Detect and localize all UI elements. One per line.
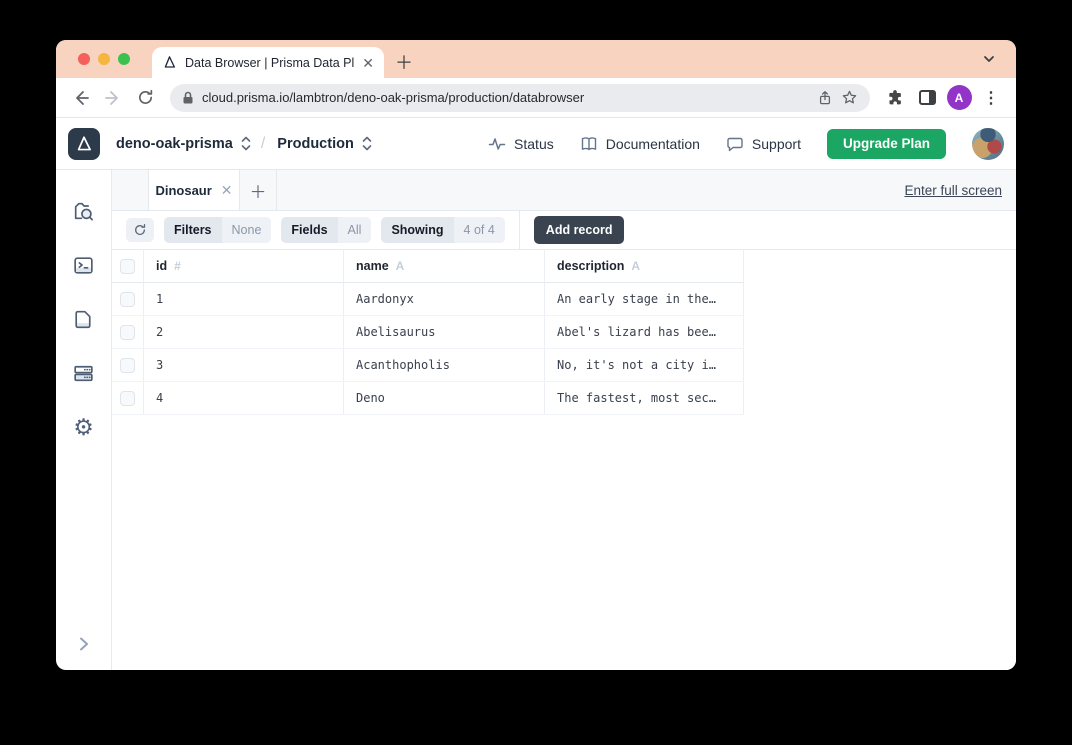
- add-record-button[interactable]: Add record: [533, 216, 625, 244]
- cell-name[interactable]: Acanthopholis: [356, 358, 450, 372]
- model-tab-dinosaur[interactable]: Dinosaur ✕: [148, 170, 240, 210]
- filters-control[interactable]: Filters None: [164, 217, 272, 243]
- tab-close-icon[interactable]: ✕: [362, 56, 374, 70]
- browser-tabstrip: Data Browser | Prisma Data Pla ✕ ＋: [56, 40, 1016, 78]
- data-toolbar: Filters None Fields All Showing 4 of 4 A…: [112, 211, 1016, 250]
- status-pulse-icon: [488, 135, 506, 153]
- cell-description[interactable]: The fastest, most sec…: [557, 391, 716, 405]
- enter-fullscreen-link[interactable]: Enter full screen: [904, 183, 1002, 198]
- table-row[interactable]: 4 Deno The fastest, most sec…: [112, 382, 744, 415]
- table-header-row: id # name A description A: [112, 250, 744, 283]
- model-tabbar: Dinosaur ✕ ＋ Enter full screen: [112, 170, 1016, 211]
- browser-toolbar: cloud.prisma.io/lambtron/deno-oak-prisma…: [56, 78, 1016, 118]
- cell-name[interactable]: Aardonyx: [356, 292, 414, 306]
- showing-label: Showing: [381, 217, 454, 243]
- breadcrumb-separator: /: [260, 134, 266, 152]
- refresh-button[interactable]: [126, 218, 154, 242]
- cell-id[interactable]: 4: [156, 391, 163, 405]
- minimize-window-button[interactable]: [98, 53, 110, 65]
- cell-id[interactable]: 3: [156, 358, 163, 372]
- cell-id[interactable]: 2: [156, 325, 163, 339]
- table-row[interactable]: 3 Acanthopholis No, it's not a city i…: [112, 349, 744, 382]
- fields-value: All: [337, 217, 372, 243]
- lock-icon: [182, 91, 194, 105]
- chat-bubble-icon: [726, 135, 744, 153]
- row-checkbox[interactable]: [120, 291, 135, 307]
- reload-icon[interactable]: [132, 85, 158, 111]
- table-row[interactable]: 2 Abelisaurus Abel's lizard has bee…: [112, 316, 744, 349]
- prisma-logo[interactable]: [68, 127, 100, 160]
- int-type-icon: #: [174, 259, 181, 273]
- model-tab-label: Dinosaur: [155, 182, 212, 198]
- project-selector-chevrons-icon[interactable]: [241, 136, 251, 151]
- sidebar-expand-chevron-icon[interactable]: [77, 636, 91, 652]
- nav-status-label: Status: [514, 135, 554, 152]
- new-tab-button[interactable]: ＋: [390, 48, 418, 76]
- upgrade-plan-button[interactable]: Upgrade Plan: [826, 128, 946, 159]
- book-icon: [580, 135, 598, 153]
- toolbar-divider: [518, 211, 520, 249]
- url-text: cloud.prisma.io/lambtron/deno-oak-prisma…: [202, 90, 585, 105]
- data-table: id # name A description A 1 Aardonyx An …: [112, 250, 744, 415]
- close-window-button[interactable]: [78, 53, 90, 65]
- address-bar[interactable]: cloud.prisma.io/lambtron/deno-oak-prisma…: [170, 83, 870, 112]
- string-type-icon: A: [395, 259, 405, 273]
- nav-support-label: Support: [751, 135, 801, 152]
- user-avatar[interactable]: [972, 127, 1004, 160]
- table-row[interactable]: 1 Aardonyx An early stage in the…: [112, 283, 744, 316]
- nav-support[interactable]: Support: [726, 135, 801, 153]
- filters-value: None: [221, 217, 272, 243]
- window-controls: [78, 53, 130, 65]
- gear-icon: ⚙: [73, 413, 94, 440]
- prisma-favicon-icon: [162, 55, 177, 70]
- browser-window: Data Browser | Prisma Data Pla ✕ ＋ cloud…: [56, 40, 1016, 670]
- app-header: deno-oak-prisma / Production Status Docu…: [56, 118, 1016, 170]
- column-header-id[interactable]: id: [156, 259, 167, 273]
- row-checkbox[interactable]: [120, 324, 135, 340]
- row-checkbox[interactable]: [120, 357, 135, 373]
- sidebar-item-schema[interactable]: [62, 292, 106, 346]
- sidebar-item-data-browser[interactable]: [62, 184, 106, 238]
- environment-selector[interactable]: Production: [277, 136, 354, 152]
- tab-search-chevron-icon[interactable]: [982, 52, 996, 66]
- extensions-puzzle-icon[interactable]: [882, 85, 908, 111]
- project-selector[interactable]: deno-oak-prisma: [116, 136, 233, 152]
- back-icon[interactable]: [68, 85, 94, 111]
- share-icon[interactable]: [817, 89, 833, 107]
- nav-status[interactable]: Status: [488, 135, 554, 153]
- cell-name[interactable]: Abelisaurus: [356, 325, 435, 339]
- browser-profile-avatar[interactable]: A: [946, 85, 972, 111]
- nav-documentation[interactable]: Documentation: [580, 135, 700, 153]
- environment-selector-chevrons-icon[interactable]: [362, 136, 372, 151]
- sidebar-item-query-console[interactable]: [62, 238, 106, 292]
- side-panel-icon[interactable]: [914, 85, 940, 111]
- cell-id[interactable]: 1: [156, 292, 163, 306]
- fields-label: Fields: [281, 217, 338, 243]
- showing-value: 4 of 4: [453, 217, 505, 243]
- sidebar-item-settings[interactable]: ⚙: [62, 400, 106, 454]
- cell-description[interactable]: No, it's not a city i…: [557, 358, 716, 372]
- app-sidebar: ⚙: [56, 170, 112, 670]
- fields-control[interactable]: Fields All: [281, 217, 372, 243]
- nav-documentation-label: Documentation: [605, 135, 700, 152]
- column-header-description[interactable]: description: [557, 259, 624, 273]
- add-model-tab-button[interactable]: ＋: [240, 170, 277, 210]
- cell-name[interactable]: Deno: [356, 391, 385, 405]
- bookmark-star-icon[interactable]: [841, 89, 858, 106]
- row-checkbox[interactable]: [120, 390, 135, 406]
- browser-tab-title: Data Browser | Prisma Data Pla: [185, 55, 355, 70]
- zoom-window-button[interactable]: [118, 53, 130, 65]
- select-all-checkbox[interactable]: [120, 258, 135, 274]
- cell-description[interactable]: An early stage in the…: [557, 292, 716, 306]
- showing-control[interactable]: Showing 4 of 4: [381, 217, 505, 243]
- forward-icon[interactable]: [100, 85, 126, 111]
- model-tab-close-icon[interactable]: ✕: [221, 182, 233, 199]
- filters-label: Filters: [164, 217, 222, 243]
- browser-menu-icon[interactable]: ⋮: [978, 85, 1004, 111]
- column-header-name[interactable]: name: [356, 259, 389, 273]
- sidebar-item-databases[interactable]: [62, 346, 106, 400]
- string-type-icon: A: [631, 259, 641, 273]
- browser-tab[interactable]: Data Browser | Prisma Data Pla ✕: [152, 47, 384, 78]
- cell-description[interactable]: Abel's lizard has bee…: [557, 325, 716, 339]
